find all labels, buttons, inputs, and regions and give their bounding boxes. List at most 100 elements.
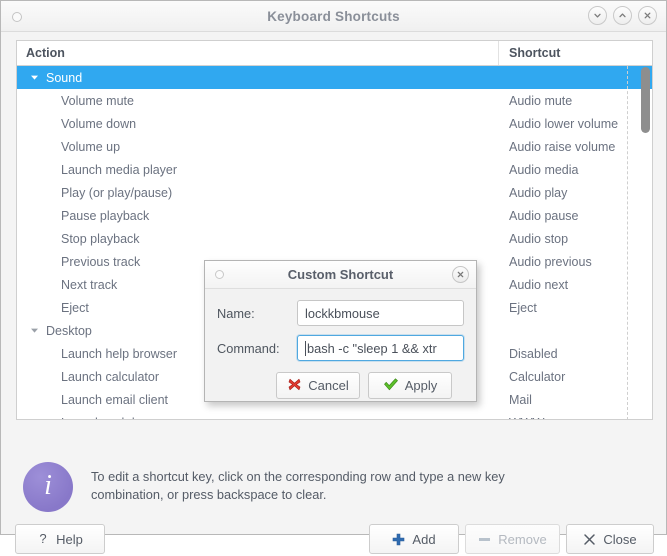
row-shortcut-cell[interactable]: Audio lower volume [498, 112, 652, 135]
row-shortcut-cell[interactable]: Audio media [498, 158, 652, 181]
row-action-cell: Volume down [17, 112, 498, 135]
cancel-button-label: Cancel [308, 378, 348, 393]
table-row[interactable]: Play (or play/pause) Audio play [17, 181, 652, 204]
dialog-title: Custom Shortcut [288, 267, 393, 282]
row-shortcut-cell[interactable]: Audio raise volume [498, 135, 652, 158]
expander-triangle-icon[interactable] [28, 71, 41, 84]
cancel-button[interactable]: Cancel [276, 372, 360, 399]
help-button[interactable]: ? Help [15, 524, 105, 554]
table-row[interactable]: Stop playback Audio stop [17, 227, 652, 250]
plus-icon [392, 533, 405, 546]
row-shortcut-cell[interactable]: Disabled [498, 342, 652, 365]
row-shortcut-cell[interactable] [498, 66, 652, 89]
close-x-icon [456, 270, 465, 279]
row-shortcut-cell[interactable]: Mail [498, 388, 652, 411]
close-dialog-button[interactable]: Close [566, 524, 654, 554]
row-shortcut-label: Calculator [509, 370, 565, 384]
remove-button: Remove [465, 524, 560, 554]
row-action-label: Launch calculator [61, 370, 159, 384]
green-check-icon [383, 377, 399, 395]
maximize-button[interactable] [613, 6, 632, 25]
row-action-label: Eject [61, 301, 89, 315]
minimize-button[interactable] [588, 6, 607, 25]
row-shortcut-label: Audio media [509, 163, 579, 177]
name-input[interactable]: lockkbmouse [297, 300, 464, 326]
row-shortcut-label: Disabled [509, 347, 558, 361]
row-action-label: Volume down [61, 117, 136, 131]
table-row[interactable]: Sound [17, 66, 652, 89]
chevron-up-icon [618, 11, 627, 20]
window-titlebar[interactable]: Keyboard Shortcuts [1, 1, 666, 32]
row-action-cell: Volume mute [17, 89, 498, 112]
row-action-label: Volume mute [61, 94, 134, 108]
chevron-down-icon [593, 11, 602, 20]
row-action-label: Previous track [61, 255, 140, 269]
row-shortcut-label: Eject [509, 301, 537, 315]
row-action-cell: Sound [17, 66, 498, 89]
info-text: To edit a shortcut key, click on the cor… [91, 462, 561, 504]
row-action-label: Launch web browser [61, 416, 176, 421]
svg-text:?: ? [40, 532, 47, 546]
scrollbar-thumb[interactable] [641, 67, 650, 133]
table-row[interactable]: Launch media player Audio media [17, 158, 652, 181]
apply-button[interactable]: Apply [368, 372, 452, 399]
row-action-label: Launch email client [61, 393, 168, 407]
row-shortcut-label: Audio raise volume [509, 140, 615, 154]
close-button[interactable] [638, 6, 657, 25]
row-action-label: Stop playback [61, 232, 140, 246]
table-row[interactable]: Volume up Audio raise volume [17, 135, 652, 158]
dialog-menu-icon[interactable] [215, 270, 224, 279]
row-action-label: Sound [46, 71, 82, 85]
close-button-label: Close [603, 532, 636, 547]
custom-shortcut-dialog: Custom Shortcut Name: lockkbmouse Comman… [204, 260, 477, 402]
red-x-icon [287, 377, 302, 395]
list-header: Action Shortcut [17, 41, 652, 66]
row-shortcut-cell[interactable]: Audio stop [498, 227, 652, 250]
row-shortcut-cell[interactable] [498, 319, 652, 342]
row-shortcut-label: Audio previous [509, 255, 592, 269]
row-action-cell: Pause playback [17, 204, 498, 227]
row-shortcut-label: Audio stop [509, 232, 568, 246]
add-button[interactable]: Add [369, 524, 459, 554]
row-shortcut-cell[interactable]: Audio mute [498, 89, 652, 112]
name-field-label: Name: [217, 306, 297, 321]
keyboard-shortcuts-window: Keyboard Shortcuts Action [0, 0, 667, 535]
row-shortcut-label: Audio lower volume [509, 117, 618, 131]
row-shortcut-cell[interactable]: Calculator [498, 365, 652, 388]
row-action-label: Desktop [46, 324, 92, 338]
name-field-row: Name: lockkbmouse [217, 300, 464, 326]
column-header-shortcut[interactable]: Shortcut [498, 41, 652, 65]
row-shortcut-cell[interactable]: Audio pause [498, 204, 652, 227]
info-bar: i To edit a shortcut key, click on the c… [23, 462, 561, 512]
window-menu-icon[interactable] [12, 12, 22, 22]
expander-triangle-icon[interactable] [28, 324, 41, 337]
column-header-action[interactable]: Action [17, 41, 498, 65]
row-shortcut-cell[interactable]: Audio previous [498, 250, 652, 273]
footer-buttons: ? Help Add Remove [1, 524, 666, 556]
row-action-cell: Stop playback [17, 227, 498, 250]
apply-button-label: Apply [405, 378, 438, 393]
row-shortcut-cell[interactable]: Audio next [498, 273, 652, 296]
row-action-label: Launch media player [61, 163, 177, 177]
table-row[interactable]: Pause playback Audio pause [17, 204, 652, 227]
table-row[interactable]: Volume down Audio lower volume [17, 112, 652, 135]
row-action-cell: Volume up [17, 135, 498, 158]
row-action-cell: Play (or play/pause) [17, 181, 498, 204]
row-shortcut-label: Mail [509, 393, 532, 407]
dialog-close-button[interactable] [452, 266, 469, 283]
minus-icon [478, 533, 491, 546]
table-row[interactable]: Volume mute Audio mute [17, 89, 652, 112]
row-shortcut-label: Audio play [509, 186, 567, 200]
row-action-label: Pause playback [61, 209, 149, 223]
command-input[interactable]: bash -c "sleep 1 && xtr [297, 335, 464, 361]
row-shortcut-cell[interactable]: Eject [498, 296, 652, 319]
row-shortcut-label: WWW [509, 416, 544, 421]
row-shortcut-cell[interactable]: Audio play [498, 181, 652, 204]
list-scrollbar[interactable] [641, 67, 650, 416]
dialog-titlebar[interactable]: Custom Shortcut [205, 261, 476, 289]
close-x-icon [583, 533, 596, 546]
text-caret [305, 341, 306, 356]
row-action-label: Next track [61, 278, 117, 292]
row-action-label: Volume up [61, 140, 120, 154]
row-action-label: Play (or play/pause) [61, 186, 172, 200]
